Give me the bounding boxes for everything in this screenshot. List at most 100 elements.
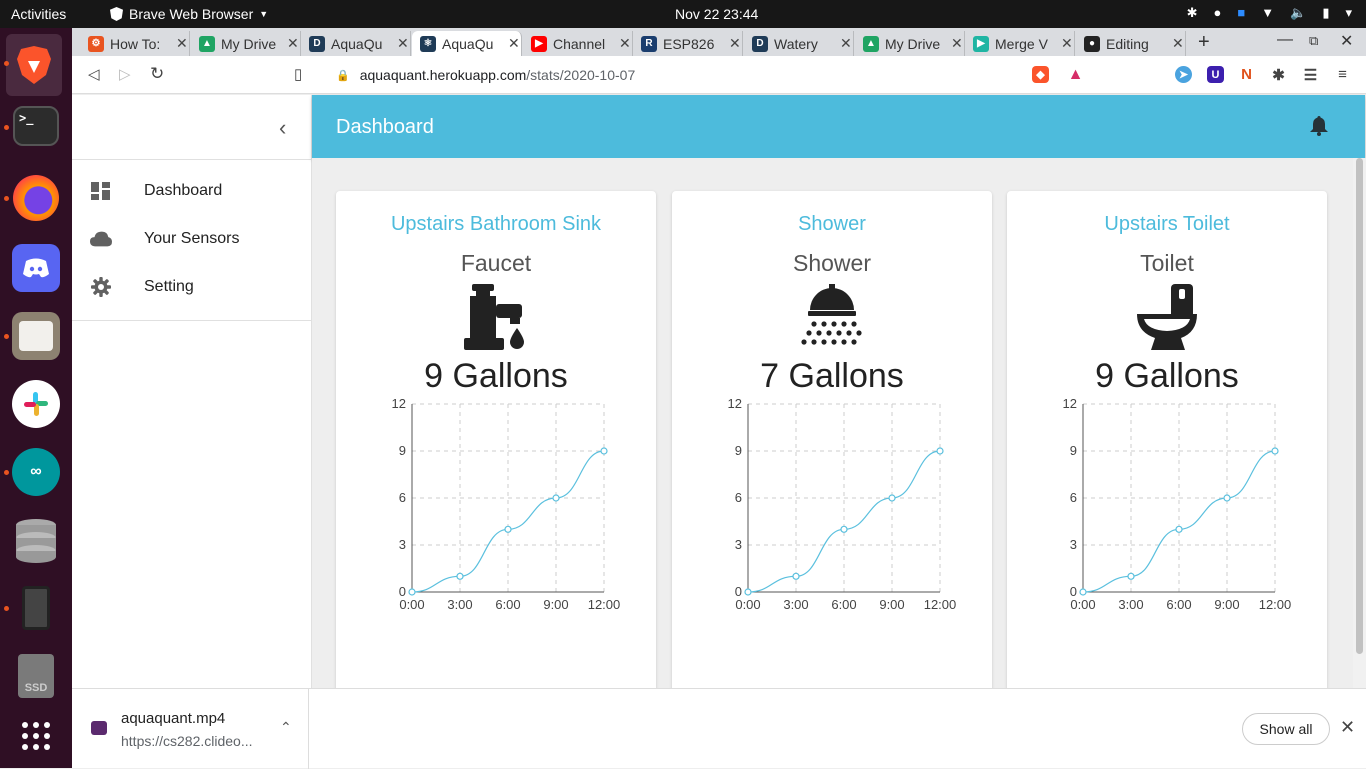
extension-1-icon[interactable]: ➤ [1175, 66, 1192, 83]
data-point [888, 494, 896, 502]
close-tab-icon[interactable]: ✕ [287, 35, 299, 52]
drive-favicon-icon: ▲ [199, 35, 215, 52]
faucet-icon [462, 284, 530, 352]
reload-button[interactable]: ↻ [150, 64, 164, 84]
scrollbar-thumb[interactable] [1356, 158, 1363, 654]
clock[interactable]: Nov 22 23:44 [675, 6, 758, 22]
download-filename: aquaquant.mp4 [121, 710, 226, 727]
data-point [1271, 447, 1279, 455]
close-tab-icon[interactable]: ✕ [1172, 35, 1184, 52]
puzzle-icon[interactable]: ✱ [1270, 66, 1287, 84]
sidebar-item-setting[interactable]: Setting [72, 267, 312, 307]
bookmark-icon[interactable]: ▯ [294, 65, 302, 83]
show-all-button[interactable]: Show all [1242, 713, 1330, 745]
notifications-bell-icon[interactable] [1310, 116, 1328, 141]
browser-tab[interactable]: D AquaQu ✕ [301, 31, 411, 56]
zoom-tray-icon[interactable]: ■ [1237, 5, 1245, 21]
firefox-logo-icon [13, 175, 59, 221]
discord-tray-icon[interactable]: ● [1214, 5, 1222, 21]
x-tick-label: 0:00 [735, 597, 760, 612]
activities-button[interactable]: Activities [11, 6, 66, 22]
power-menu-icon[interactable]: ▾ [1345, 5, 1352, 21]
browser-tab[interactable]: ▲ My Drive ✕ [191, 31, 301, 56]
x-tick-label: 3:00 [1118, 597, 1143, 612]
browser-tab[interactable]: ⚙ How To: ✕ [80, 31, 190, 56]
y-tick-label: 3 [1070, 537, 1077, 552]
slack-dock-icon[interactable] [12, 380, 60, 428]
maximize-button[interactable]: ⧉ [1309, 33, 1318, 49]
close-tab-icon[interactable]: ✕ [951, 35, 963, 52]
brave-shields-icon[interactable]: ◆ [1032, 66, 1049, 83]
files-dock-icon[interactable] [12, 312, 60, 360]
close-downloads-icon[interactable]: ✕ [1340, 717, 1355, 738]
volume-icon[interactable]: 🔈 [1290, 5, 1306, 21]
app-grid-icon [22, 722, 50, 750]
browser-tab[interactable]: ▲ My Drive ✕ [855, 31, 965, 56]
terminal-dock-icon[interactable]: >_ [13, 106, 59, 146]
phone-dock-icon[interactable] [12, 584, 60, 632]
card-usage: 7 Gallons [760, 357, 904, 395]
browser-tab[interactable]: D Watery ✕ [744, 31, 854, 56]
brave-rewards-icon[interactable]: ▲ [1067, 66, 1084, 83]
database-icon [16, 519, 56, 563]
navigation-bar: ◁ ▷ ↻ ▯ 🔒 aquaquant.herokuapp.com/stats/… [72, 56, 1366, 94]
lock-icon: 🔒 [336, 69, 350, 82]
discord-logo-icon [23, 258, 49, 278]
close-tab-icon[interactable]: ✕ [729, 35, 741, 52]
bitwarden-extension-icon[interactable]: U [1207, 66, 1224, 83]
battery-icon[interactable]: ▮ [1322, 5, 1329, 21]
firefox-dock-icon[interactable] [12, 174, 60, 222]
browser-tab[interactable]: ▶ Channel ✕ [523, 31, 633, 56]
extension-n-icon[interactable]: N [1238, 66, 1255, 83]
play-favicon-icon: ▶ [973, 35, 989, 52]
show-applications-icon[interactable] [12, 712, 60, 760]
new-tab-button[interactable]: + [1198, 31, 1210, 54]
browser-tab[interactable]: ● Editing ✕ [1076, 31, 1186, 56]
close-tab-icon[interactable]: ✕ [176, 35, 188, 52]
browser-tab[interactable]: R ESP826 ✕ [633, 31, 743, 56]
browser-tab[interactable]: ▶ Merge V ✕ [965, 31, 1075, 56]
close-tab-icon[interactable]: ✕ [1061, 35, 1073, 52]
arduino-dock-icon[interactable]: ∞ [12, 448, 60, 496]
cloud-icon [90, 228, 112, 250]
chevron-up-icon[interactable]: ⌃ [280, 719, 292, 736]
app-name-label: Brave Web Browser [129, 6, 254, 22]
card-usage: 9 Gallons [424, 357, 568, 395]
close-tab-icon[interactable]: ✕ [397, 35, 409, 52]
data-point [792, 572, 800, 580]
collapse-sidebar-button[interactable]: ‹ [279, 115, 286, 141]
card-device-type: Faucet [460, 250, 532, 276]
y-tick-label: 9 [399, 443, 406, 458]
sidebar-item-dashboard[interactable]: Dashboard [72, 171, 312, 211]
browser-tab[interactable]: ⚛ AquaQu ✕ [412, 31, 522, 56]
close-window-button[interactable]: ✕ [1340, 31, 1353, 51]
back-button[interactable]: ◁ [88, 65, 100, 83]
page-scrollbar[interactable] [1353, 158, 1366, 688]
sidebar-item-your-sensors[interactable]: Your Sensors [72, 219, 312, 259]
ssd-dock-icon[interactable]: SSD [12, 652, 60, 700]
sensor-card[interactable]: Upstairs Toilet Toilet 9 Gallons 0 3 6 9 12 0… [1007, 191, 1327, 688]
series-line [1082, 450, 1276, 593]
database-dock-icon[interactable] [12, 516, 60, 564]
discord-dock-icon[interactable] [12, 244, 60, 292]
sensor-card[interactable]: Upstairs Bathroom Sink Faucet 9 Gallons … [336, 191, 656, 688]
usage-chart: 0369120:00 3:00 6:00 9:00 12:00 [728, 396, 957, 612]
minimize-button[interactable]: — [1277, 31, 1293, 49]
app-menu[interactable]: Brave Web Browser ▼ [110, 6, 268, 22]
close-tab-icon[interactable]: ✕ [840, 35, 852, 52]
download-item[interactable]: aquaquant.mp4 https://cs282.clideo... ⌃ [72, 689, 309, 769]
wifi-icon[interactable]: ▼ [1261, 5, 1274, 21]
forward-button[interactable]: ▷ [119, 65, 131, 83]
dashboard-icon [90, 180, 112, 202]
address-bar[interactable]: 🔒 aquaquant.herokuapp.com/stats/2020-10-… [328, 61, 1093, 89]
menu-icon[interactable]: ≡ [1334, 66, 1351, 83]
sensor-card[interactable]: Shower Shower 7 Gallons 0 3 6 9 12 0:00 3:00 6:… [672, 191, 992, 688]
system-tray[interactable]: ✱ ● ■ ▼ 🔈 ▮ ▾ [1187, 5, 1352, 21]
download-url: https://cs282.clideo... [121, 733, 253, 749]
close-tab-icon[interactable]: ✕ [619, 35, 631, 52]
slack-tray-icon[interactable]: ✱ [1187, 5, 1198, 21]
x-tick-label: 0:00 [399, 597, 424, 612]
close-tab-icon[interactable]: ✕ [508, 35, 520, 52]
brave-dock-icon[interactable] [6, 34, 62, 96]
playlist-icon[interactable]: ☰ [1302, 66, 1319, 84]
